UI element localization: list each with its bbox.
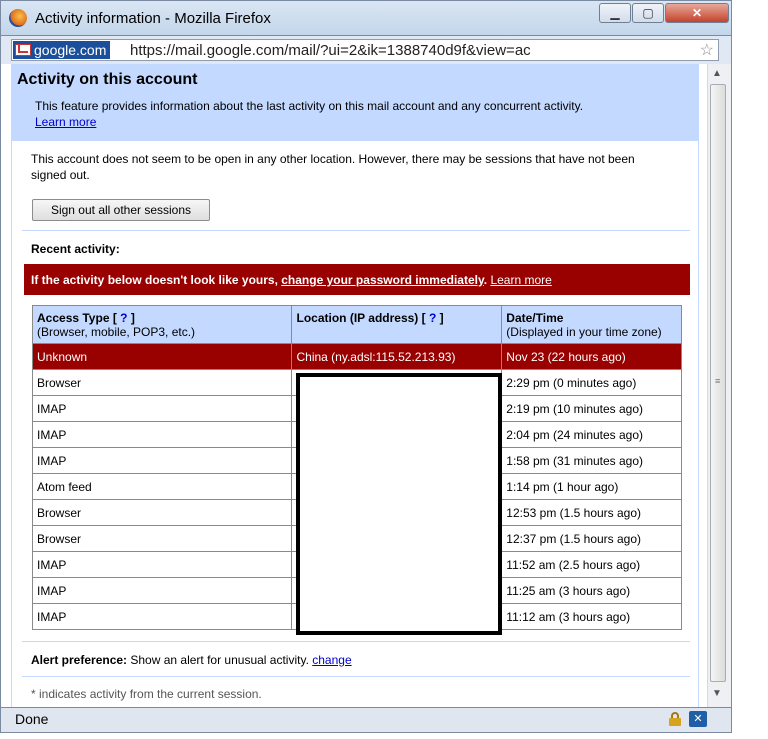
activity-panel: This account does not seem to be open in… <box>11 141 699 707</box>
warning-bar: If the activity below doesn't look like … <box>24 264 690 295</box>
access-type-help-link[interactable]: ? <box>120 311 127 325</box>
header-label: Access Type <box>37 311 110 325</box>
header-sub: (Displayed in your time zone) <box>506 325 662 339</box>
cell-time: 12:53 pm (1.5 hours ago) <box>501 499 682 526</box>
cell-access-type: IMAP <box>31 421 293 448</box>
cell-time: 2:29 pm (0 minutes ago) <box>501 369 682 396</box>
address-bar: google.com https://mail.google.com/mail/… <box>0 36 732 64</box>
close-button[interactable]: ✕ <box>665 3 729 23</box>
header-label: Date/Time <box>506 311 564 325</box>
session-message: This account does not seem to be open in… <box>31 152 635 182</box>
change-password-link[interactable]: change your password immediately <box>281 273 484 287</box>
divider <box>22 641 690 642</box>
cell-time: 1:14 pm (1 hour ago) <box>501 473 682 500</box>
header-access-type: Access Type [ ? ] (Browser, mobile, POP3,… <box>31 305 293 344</box>
alert-preference-change-link[interactable]: change <box>312 653 351 667</box>
activity-header: Activity on this account This feature pr… <box>11 64 699 141</box>
page-title: Activity on this account <box>17 71 198 88</box>
cell-access-type: Unknown <box>31 343 293 370</box>
cell-access-type: IMAP <box>31 551 293 578</box>
divider <box>22 230 690 231</box>
grip-icon: ≡ <box>715 376 721 386</box>
cell-access-type: Browser <box>31 525 293 552</box>
cell-access-type: IMAP <box>31 603 293 630</box>
learn-more-link[interactable]: Learn more <box>35 115 96 129</box>
window-title: Activity information - Mozilla Firefox <box>35 10 271 27</box>
table-row: Unknown China (ny.adsl:115.52.213.93) Nov … <box>31 343 682 370</box>
scroll-up-arrow-icon[interactable]: ▲ <box>712 68 722 79</box>
intro-text: This feature provides information about … <box>35 99 584 113</box>
cell-access-type: Atom feed <box>31 473 293 500</box>
cell-access-type: IMAP <box>31 395 293 422</box>
cell-access-type: IMAP <box>31 577 293 604</box>
cell-time: 2:04 pm (24 minutes ago) <box>501 421 682 448</box>
alert-preference: Alert preference: Show an alert for unus… <box>31 653 352 667</box>
minimize-button[interactable]: ▁ <box>599 3 631 23</box>
warning-prefix: If the activity below doesn't look like … <box>31 273 282 287</box>
cell-time: 11:52 am (2.5 hours ago) <box>501 551 682 578</box>
url-text[interactable]: https://mail.google.com/mail/?ui=2&ik=13… <box>130 42 531 59</box>
redaction-box <box>296 373 502 635</box>
header-label: Location (IP address) <box>296 311 419 325</box>
cell-time: 2:19 pm (10 minutes ago) <box>501 395 682 422</box>
alert-preference-label: Alert preference: <box>31 653 128 667</box>
cell-time: 11:12 am (3 hours ago) <box>501 603 682 630</box>
browser-window: Activity information - Mozilla Firefox ▁… <box>0 0 732 739</box>
title-bar[interactable]: Activity information - Mozilla Firefox ▁… <box>0 0 732 36</box>
site-identity-button[interactable]: google.com <box>13 41 111 59</box>
cell-time: 11:25 am (3 hours ago) <box>501 577 682 604</box>
header-sub: (Browser, mobile, POP3, etc.) <box>37 325 196 339</box>
sign-out-other-sessions-button[interactable]: Sign out all other sessions <box>32 199 210 221</box>
url-field[interactable]: google.com https://mail.google.com/mail/… <box>11 39 719 61</box>
recent-activity-label: Recent activity: <box>31 242 120 256</box>
scroll-down-arrow-icon[interactable]: ▼ <box>712 688 722 699</box>
header-date-time: Date/Time (Displayed in your time zone) <box>501 305 682 344</box>
vertical-scrollbar[interactable]: ▲ ≡ ▼ <box>707 64 731 707</box>
addon-icon[interactable]: ✕ <box>689 711 707 727</box>
cell-access-type: IMAP <box>31 447 293 474</box>
location-help-link[interactable]: ? <box>429 311 436 325</box>
header-location: Location (IP address) [ ? ] <box>291 305 503 344</box>
warning-learn-more-link[interactable]: Learn more <box>490 273 551 287</box>
scrollbar-thumb[interactable]: ≡ <box>710 84 726 682</box>
bookmark-star-icon[interactable]: ☆ <box>700 40 714 60</box>
alert-preference-text: Show an alert for unusual activity. <box>127 653 313 667</box>
page-content: Activity on this account This feature pr… <box>0 64 732 707</box>
status-bar: Done ✕ <box>0 707 732 733</box>
cell-time: 12:37 pm (1.5 hours ago) <box>501 525 682 552</box>
maximize-button[interactable]: ▢ <box>632 3 664 23</box>
cell-access-type: Browser <box>31 369 293 396</box>
gmail-icon <box>15 44 31 56</box>
cell-time: Nov 23 (22 hours ago) <box>501 343 682 370</box>
site-identity-label: google.com <box>34 42 107 58</box>
firefox-icon <box>9 9 27 27</box>
status-text: Done <box>15 711 49 727</box>
lock-body <box>669 718 681 726</box>
cell-access-type: Browser <box>31 499 293 526</box>
warning-text: If the activity below doesn't look like … <box>31 273 552 287</box>
table-header-row: Access Type [ ? ] (Browser, mobile, POP3,… <box>31 305 682 344</box>
cell-location: China (ny.adsl:115.52.213.93) <box>291 343 503 370</box>
lock-icon[interactable] <box>669 712 681 726</box>
divider <box>22 676 690 677</box>
footnote: * indicates activity from the current se… <box>31 687 262 701</box>
cell-time: 1:58 pm (31 minutes ago) <box>501 447 682 474</box>
